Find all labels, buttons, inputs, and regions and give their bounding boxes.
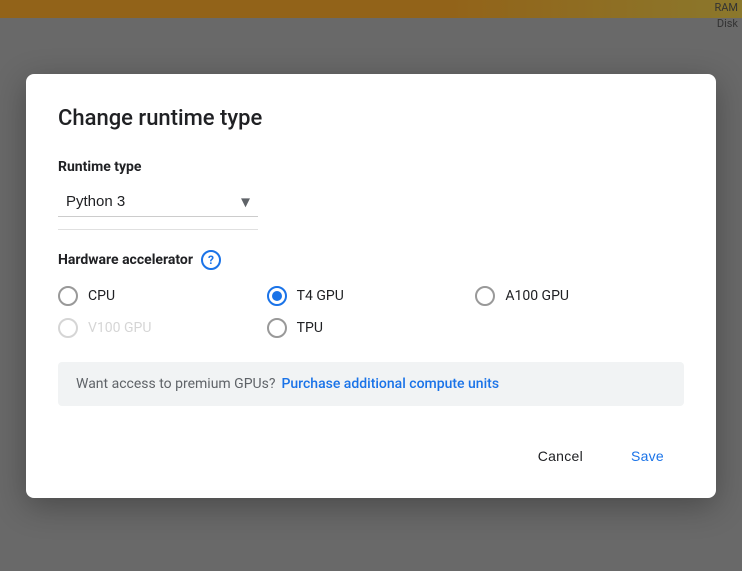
runtime-type-select[interactable]: Python 3 Python 2 R [58,187,258,217]
radio-option-a100gpu[interactable]: A100 GPU [475,286,684,306]
radio-circle-cpu [58,286,78,306]
dialog: Change runtime type Runtime type Python … [26,74,716,498]
radio-label-a100gpu: A100 GPU [505,288,569,304]
radio-option-tpu[interactable]: TPU [267,318,476,338]
radio-circle-t4gpu [267,286,287,306]
hardware-label-row: Hardware accelerator ? [58,250,684,270]
radio-option-cpu[interactable]: CPU [58,286,267,306]
radio-circle-a100gpu [475,286,495,306]
radio-label-v100gpu: V100 GPU [88,320,151,336]
dialog-title: Change runtime type [58,106,684,131]
radio-circle-v100gpu [58,318,78,338]
info-text: Want access to premium GPUs? [76,376,275,392]
help-icon[interactable]: ? [201,250,221,270]
dialog-actions: Cancel Save [58,438,684,474]
radio-label-cpu: CPU [88,288,115,304]
info-box: Want access to premium GPUs? Purchase ad… [58,362,684,406]
runtime-dropdown-wrapper: Python 3 Python 2 R ▾ [58,187,258,217]
radio-label-tpu: TPU [297,320,323,336]
radio-option-t4gpu[interactable]: T4 GPU [267,286,476,306]
cancel-button[interactable]: Cancel [518,438,603,474]
divider [58,229,258,230]
radio-label-t4gpu: T4 GPU [297,288,344,304]
purchase-link[interactable]: Purchase additional compute units [281,376,499,392]
radio-circle-tpu [267,318,287,338]
hardware-section-label: Hardware accelerator [58,252,193,268]
hardware-accelerator-options: CPU T4 GPU A100 GPU V100 GPU TPU [58,286,684,338]
runtime-section-label: Runtime type [58,159,684,175]
save-button[interactable]: Save [611,438,684,474]
radio-option-v100gpu: V100 GPU [58,318,267,338]
